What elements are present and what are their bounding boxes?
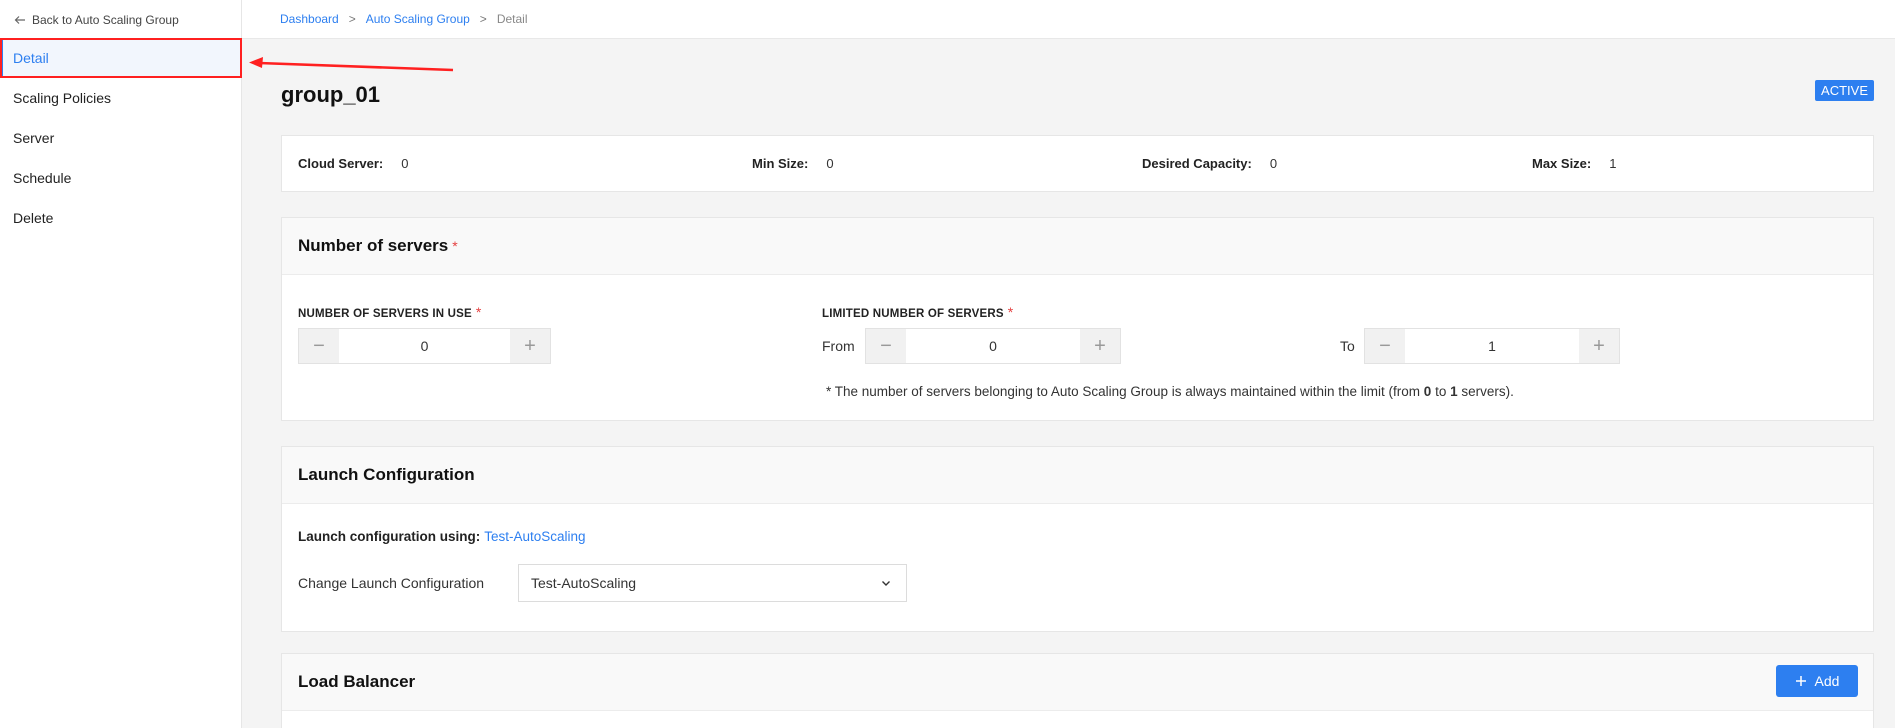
from-stepper: − 0 + (865, 328, 1121, 364)
launch-using-label: Launch configuration using: (298, 529, 481, 544)
chevron-down-icon (882, 581, 890, 586)
plus-icon[interactable]: + (1080, 329, 1120, 363)
load-balancer-title: Load Balancer (298, 672, 416, 691)
summary-label: Min Size: (752, 156, 809, 171)
back-link-label: Back to Auto Scaling Group (32, 13, 179, 27)
limited-label: LIMITED NUMBER OF SERVERS * (822, 304, 1013, 320)
sidebar-item-scaling-policies[interactable]: Scaling Policies (0, 78, 242, 118)
required-mark: * (1007, 304, 1014, 320)
summary-value: 0 (826, 156, 834, 171)
page-title: group_01 (281, 82, 381, 107)
breadcrumb-auto-scaling-group[interactable]: Auto Scaling Group (366, 12, 470, 26)
status-badge: ACTIVE (1815, 80, 1874, 101)
summary-desired-capacity: Desired Capacity: 0 (1142, 156, 1277, 171)
summary-card: Cloud Server: 0 Min Size: 0 Desired Capaci… (281, 135, 1874, 192)
note-mid: to (1431, 384, 1451, 399)
summary-value: 1 (1609, 156, 1617, 171)
servers-note: * The number of servers belonging to Aut… (826, 384, 1514, 399)
minus-icon[interactable]: − (866, 329, 906, 363)
summary-label: Desired Capacity: (1142, 156, 1252, 171)
required-mark: * (452, 238, 458, 254)
plus-icon[interactable]: + (510, 329, 550, 363)
summary-cloud-server: Cloud Server: 0 (298, 156, 408, 171)
launch-header: Launch Configuration (282, 447, 1873, 504)
breadcrumb-separator: > (479, 12, 487, 26)
summary-label: Cloud Server: (298, 156, 384, 171)
limited-label-text: LIMITED NUMBER OF SERVERS (822, 308, 1004, 320)
sidebar-item-schedule[interactable]: Schedule (0, 158, 242, 198)
sidebar-item-server[interactable]: Server (0, 118, 242, 158)
back-link[interactable]: Back to Auto Scaling Group (14, 12, 179, 28)
add-load-balancer-button[interactable]: Add (1776, 665, 1858, 697)
annotation-arrow-icon (249, 57, 454, 72)
summary-max-size: Max Size: 1 (1532, 156, 1616, 171)
in-use-label: NUMBER OF SERVERS IN USE * (298, 304, 482, 320)
launch-configuration-card: Launch Configuration Launch configuratio… (281, 446, 1874, 632)
sidebar-item-delete[interactable]: Delete (0, 198, 242, 238)
note-suffix: servers). (1457, 384, 1514, 399)
note-prefix: * The number of servers belonging to Aut… (826, 384, 1424, 399)
to-value[interactable]: 1 (1405, 329, 1579, 363)
in-use-label-text: NUMBER OF SERVERS IN USE (298, 308, 472, 320)
plus-icon[interactable]: + (1579, 329, 1619, 363)
launch-config-link[interactable]: Test-AutoScaling (484, 529, 585, 544)
sidebar-item-detail[interactable]: Detail (0, 38, 242, 78)
servers-header: Number of servers * (282, 218, 1873, 275)
change-launch-label: Change Launch Configuration (298, 575, 485, 591)
launch-using: Launch configuration using: Test-AutoScal… (298, 529, 586, 544)
sidebar-menu: Detail Scaling Policies Server Schedule … (0, 38, 242, 238)
minus-icon[interactable]: − (1365, 329, 1405, 363)
summary-value: 0 (401, 156, 409, 171)
load-balancer-card: Load Balancer Add (281, 653, 1874, 728)
from-value[interactable]: 0 (906, 329, 1080, 363)
load-balancer-header: Load Balancer Add (282, 654, 1873, 711)
to-label: To (1340, 338, 1355, 354)
summary-min-size: Min Size: 0 (752, 156, 834, 171)
summary-label: Max Size: (1532, 156, 1592, 171)
sidebar: Back to Auto Scaling Group Detail Scalin… (0, 0, 242, 728)
arrow-left-icon (14, 16, 25, 24)
to-stepper: − 1 + (1364, 328, 1620, 364)
add-button-label: Add (1814, 673, 1840, 689)
servers-card: Number of servers * NUMBER OF SERVERS IN … (281, 217, 1874, 421)
breadcrumb-dashboard[interactable]: Dashboard (280, 12, 339, 26)
in-use-stepper: − 0 + (298, 328, 551, 364)
breadcrumb: Dashboard > Auto Scaling Group > Detail (242, 0, 1895, 39)
launch-title: Launch Configuration (298, 465, 475, 484)
in-use-value[interactable]: 0 (339, 329, 510, 363)
launch-config-selected: Test-AutoScaling (531, 575, 637, 591)
from-label: From (822, 338, 855, 354)
summary-value: 0 (1269, 156, 1278, 171)
note-to: 1 (1450, 384, 1458, 399)
servers-title: Number of servers (298, 236, 449, 255)
minus-icon[interactable]: − (299, 329, 339, 363)
breadcrumb-separator: > (348, 12, 356, 26)
breadcrumb-current: Detail (496, 12, 528, 26)
required-mark: * (475, 304, 482, 320)
plus-icon (1795, 676, 1806, 686)
launch-config-select[interactable]: Test-AutoScaling (518, 564, 907, 602)
